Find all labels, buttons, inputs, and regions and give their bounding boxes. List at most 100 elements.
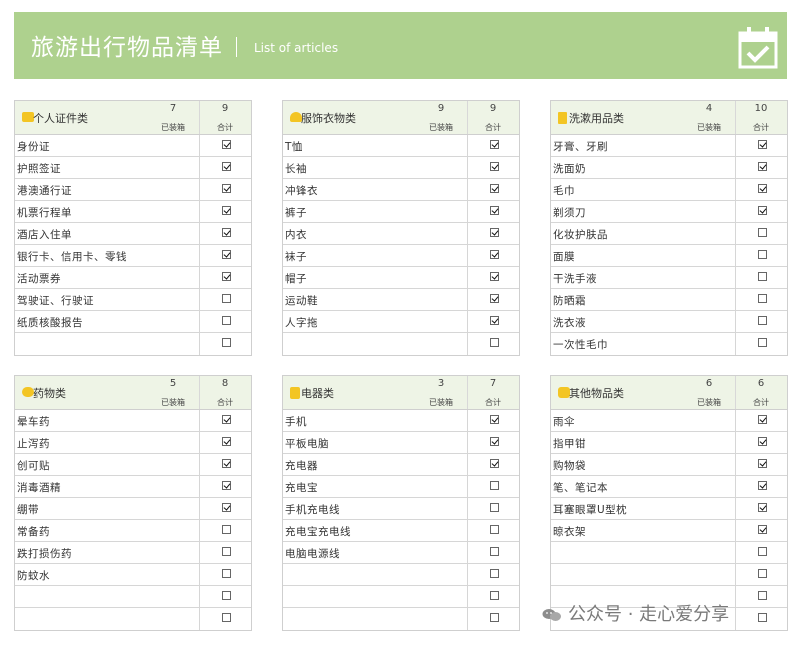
item-checkbox[interactable] [758,294,767,303]
item-checkbox[interactable] [758,569,767,578]
item-checkbox[interactable] [490,316,499,325]
item-checkbox[interactable] [222,459,231,468]
item-checkbox[interactable] [490,294,499,303]
total-count: 9 [221,103,229,114]
item-checkbox[interactable] [222,547,231,556]
item-checkbox[interactable] [758,547,767,556]
row-divider [199,608,200,630]
total-count: 7 [489,378,497,389]
item-checkbox[interactable] [222,503,231,512]
item-checkbox[interactable] [222,415,231,424]
item-checkbox[interactable] [758,206,767,215]
item-checkbox[interactable] [222,228,231,237]
list-item [15,608,251,630]
column-divider [735,376,736,409]
item-checkbox[interactable] [758,140,767,149]
item-checkbox[interactable] [222,613,231,622]
list-item: 干洗手液 [551,267,787,289]
item-name: 平板电脑 [285,438,329,450]
item-checkbox[interactable] [490,206,499,215]
item-checkbox[interactable] [490,459,499,468]
item-checkbox[interactable] [222,140,231,149]
row-divider [467,432,468,454]
item-checkbox[interactable] [490,591,499,600]
item-checkbox[interactable] [222,184,231,193]
item-checkbox[interactable] [758,272,767,281]
item-checkbox[interactable] [490,569,499,578]
item-checkbox[interactable] [490,525,499,534]
item-checkbox[interactable] [222,250,231,259]
total-label: 合计 [485,398,501,407]
item-checkbox[interactable] [222,162,231,171]
item-checkbox[interactable] [490,140,499,149]
item-checkbox[interactable] [758,459,767,468]
item-checkbox[interactable] [758,228,767,237]
item-checkbox[interactable] [758,415,767,424]
packed-label: 已装箱 [697,398,721,407]
row-divider [467,564,468,586]
page-title: 旅游出行物品清单 [31,35,223,61]
row-divider [467,311,468,333]
row-divider [735,498,736,520]
list-item: 防晒霜 [551,289,787,311]
item-checkbox[interactable] [758,316,767,325]
item-checkbox[interactable] [490,503,499,512]
row-divider [199,267,200,289]
total-count: 9 [489,103,497,114]
item-checkbox[interactable] [222,591,231,600]
item-checkbox[interactable] [222,481,231,490]
item-checkbox[interactable] [758,162,767,171]
row-divider [199,520,200,542]
item-checkbox[interactable] [490,547,499,556]
toiletries-icon [558,112,567,124]
packed-label: 已装箱 [697,123,721,132]
category-title: 其他物品类 [569,387,624,400]
row-divider [735,245,736,267]
item-name: 创可贴 [17,460,50,472]
item-checkbox[interactable] [490,613,499,622]
item-checkbox[interactable] [490,184,499,193]
item-checkbox[interactable] [222,437,231,446]
row-divider [735,542,736,564]
item-checkbox[interactable] [490,415,499,424]
item-checkbox[interactable] [758,338,767,347]
list-item: 笔、笔记本 [551,476,787,498]
column-divider [199,101,200,134]
list-item: 手机 [283,410,519,432]
row-divider [467,245,468,267]
list-item: 驾驶证、行驶证 [15,289,251,311]
list-item: 人字拖 [283,311,519,333]
row-divider [199,498,200,520]
row-divider [467,333,468,355]
item-checkbox[interactable] [490,338,499,347]
list-item [551,564,787,586]
item-checkbox[interactable] [490,272,499,281]
item-checkbox[interactable] [222,272,231,281]
item-checkbox[interactable] [222,338,231,347]
item-checkbox[interactable] [222,569,231,578]
list-item: 活动票券 [15,267,251,289]
item-checkbox[interactable] [758,437,767,446]
item-checkbox[interactable] [490,250,499,259]
item-checkbox[interactable] [758,184,767,193]
row-divider [735,454,736,476]
item-checkbox[interactable] [490,162,499,171]
item-checkbox[interactable] [222,206,231,215]
item-checkbox[interactable] [758,503,767,512]
row-divider [735,311,736,333]
item-checkbox[interactable] [758,481,767,490]
item-checkbox[interactable] [222,525,231,534]
item-checkbox[interactable] [490,437,499,446]
item-list: 身份证 护照签证 港澳通行证 机票行程单 酒店入住单 银行卡、信用卡、零钱 活动… [15,135,251,355]
item-checkbox[interactable] [222,316,231,325]
category-title: 电器类 [301,387,334,400]
item-checkbox[interactable] [758,250,767,259]
row-divider [735,223,736,245]
item-checkbox[interactable] [222,294,231,303]
item-checkbox[interactable] [758,525,767,534]
item-checkbox[interactable] [490,228,499,237]
item-checkbox[interactable] [758,591,767,600]
item-checkbox[interactable] [490,481,499,490]
item-checkbox[interactable] [758,613,767,622]
total-count: 8 [221,378,229,389]
